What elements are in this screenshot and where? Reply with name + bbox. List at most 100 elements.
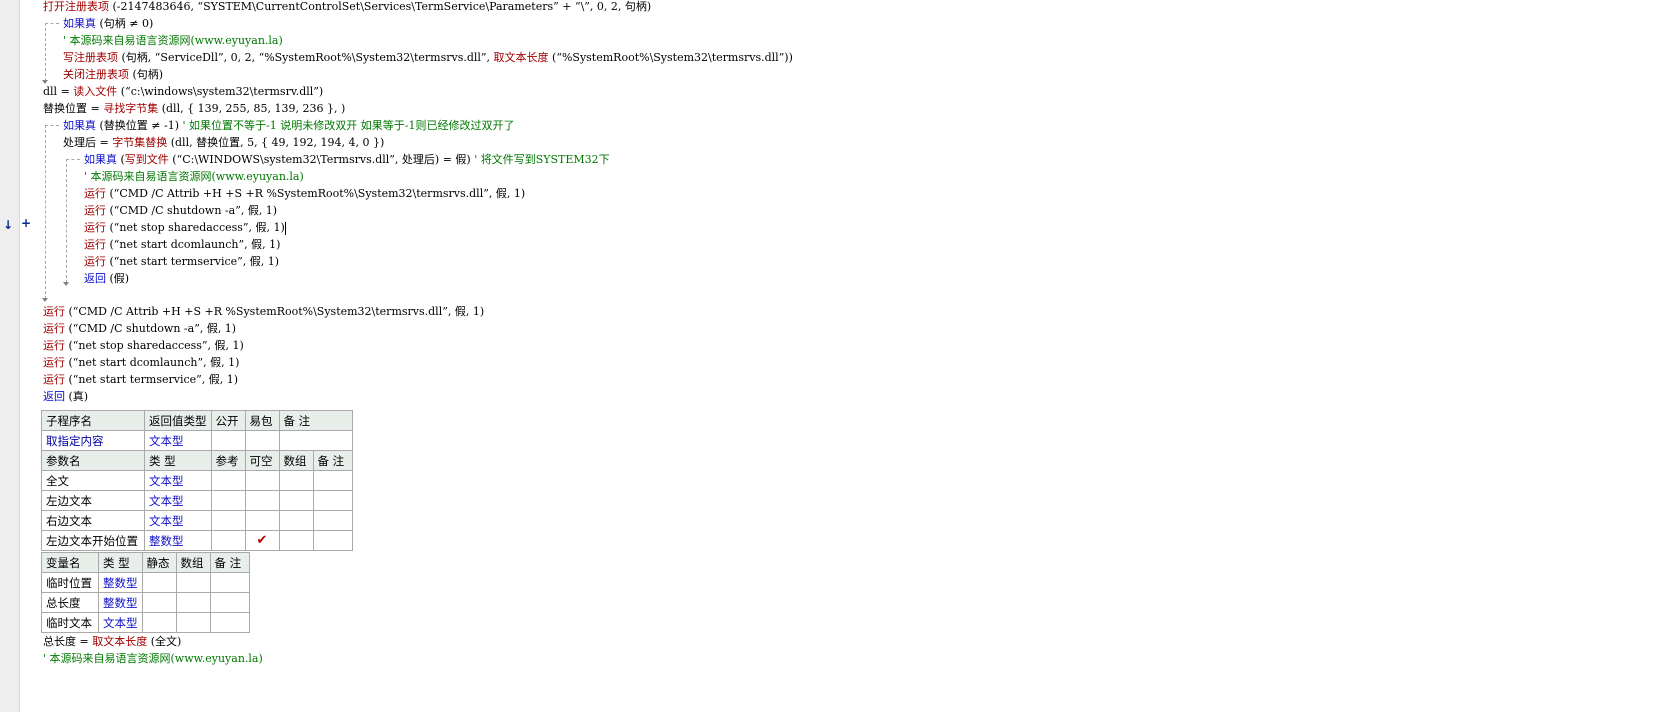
code-line[interactable]: 如果真 (句柄 ≠ 0) [63, 15, 153, 32]
var-type-cell[interactable]: 整数型 [98, 592, 143, 613]
code-line[interactable]: 运行 (“net start dcomlaunch”, 假, 1) [43, 354, 239, 371]
param-note-cell[interactable] [312, 490, 353, 511]
code-line[interactable]: 返回 (真) [43, 388, 88, 405]
var-note-cell[interactable] [209, 592, 250, 613]
variable-table: 变量名 类 型 静态 数组 备 注 临时位置 整数型 总长度 整数型 临时文本 … [41, 552, 250, 633]
subroutine-header-row: 子程序名 返回值类型 公开 易包 备 注 [41, 410, 353, 431]
param-type-cell[interactable]: 文本型 [144, 470, 212, 491]
code-line[interactable]: 运行 (“CMD /C shutdown -a”, 假, 1) [84, 202, 277, 219]
code-line[interactable]: 关闭注册表项 (句柄) [63, 66, 163, 83]
param-nullable-cell[interactable] [244, 510, 280, 531]
var-note-cell[interactable] [209, 612, 250, 633]
variable-row[interactable]: 总长度 整数型 [41, 592, 250, 613]
code-line[interactable]: 运行 (“net start termservice”, 假, 1) [84, 253, 279, 270]
var-type-cell[interactable]: 文本型 [98, 612, 143, 633]
code-line[interactable]: 写注册表项 (句柄, “ServiceDll”, 0, 2, “%SystemR… [63, 49, 793, 66]
header-cell: 可空 [244, 450, 280, 471]
param-ref-cell[interactable] [210, 510, 246, 531]
header-cell: 返回值类型 [144, 410, 212, 431]
param-note-cell[interactable] [312, 530, 353, 551]
code-line[interactable]: 处理后 = 字节集替换 (dll, 替换位置, 5, { 49, 192, 19… [63, 134, 384, 151]
subroutine-row[interactable]: 取指定内容 文本型 [41, 430, 353, 451]
code-line[interactable]: 返回 (假) [84, 270, 129, 287]
code-line-current[interactable]: 运行 (“net stop sharedaccess”, 假, 1) [84, 219, 286, 236]
fold-end-arrow-icon [42, 298, 48, 302]
header-cell: 参数名 [41, 450, 145, 471]
param-name-cell[interactable]: 左边文本开始位置 [41, 530, 145, 551]
code-line[interactable]: 替换位置 = 寻找字节集 (dll, { 139, 255, 85, 139, … [43, 100, 345, 117]
code-line[interactable]: 运行 (“net stop sharedaccess”, 假, 1) [43, 337, 244, 354]
param-row[interactable]: 左边文本 文本型 [41, 490, 353, 511]
public-cell[interactable] [210, 430, 246, 451]
fold-guide [66, 159, 80, 160]
code-line[interactable]: dll = 读入文件 (“c:\windows\system32\termsrv… [43, 83, 323, 100]
code-comment[interactable]: ' 本源码来自易语言资源网(www.eyuyan.la) [84, 168, 304, 185]
param-note-cell[interactable] [312, 510, 353, 531]
code-line[interactable]: 运行 (“CMD /C Attrib +H +S +R %SystemRoot%… [84, 185, 525, 202]
var-type-cell[interactable]: 整数型 [98, 572, 143, 593]
easy-package-cell[interactable] [244, 430, 280, 451]
var-note-cell[interactable] [209, 572, 250, 593]
param-array-cell[interactable] [278, 530, 314, 551]
return-type-cell[interactable]: 文本型 [144, 430, 212, 451]
param-type-cell[interactable]: 文本型 [144, 490, 212, 511]
variable-row[interactable]: 临时位置 整数型 [41, 572, 250, 593]
subroutine-name-cell[interactable]: 取指定内容 [41, 430, 145, 451]
param-ref-cell[interactable] [210, 470, 246, 491]
code-line[interactable]: 运行 (“net start termservice”, 假, 1) [43, 371, 238, 388]
var-name-cell[interactable]: 总长度 [41, 592, 99, 613]
editor-gutter [0, 0, 20, 712]
param-type-cell[interactable]: 文本型 [144, 510, 212, 531]
code-line[interactable]: 总长度 = 取文本长度 (全文) [43, 633, 181, 650]
header-cell: 备 注 [209, 552, 250, 573]
fold-guide [45, 23, 59, 24]
header-cell: 数组 [175, 552, 211, 573]
var-array-cell[interactable] [175, 572, 211, 593]
checkmark-icon[interactable]: ✔ [244, 530, 280, 551]
header-cell: 备 注 [312, 450, 353, 471]
var-static-cell[interactable] [141, 592, 177, 613]
subroutine-table: 子程序名 返回值类型 公开 易包 备 注 取指定内容 文本型 参数名 类 型 参… [41, 410, 353, 551]
header-cell: 变量名 [41, 552, 99, 573]
param-row[interactable]: 右边文本 文本型 [41, 510, 353, 531]
param-array-cell[interactable] [278, 490, 314, 511]
header-cell: 类 型 [144, 450, 212, 471]
param-row[interactable]: 左边文本开始位置 整数型 ✔ [41, 530, 353, 551]
code-comment[interactable]: ' 本源码来自易语言资源网(www.eyuyan.la) [43, 650, 263, 667]
header-cell: 参考 [210, 450, 246, 471]
param-name-cell[interactable]: 右边文本 [41, 510, 145, 531]
note-cell[interactable] [278, 430, 353, 451]
param-ref-cell[interactable] [210, 530, 246, 551]
fold-guide [45, 125, 46, 299]
param-type-cell[interactable]: 整数型 [144, 530, 212, 551]
param-nullable-cell[interactable] [244, 470, 280, 491]
param-ref-cell[interactable] [210, 490, 246, 511]
expand-plus-icon[interactable]: + [21, 216, 31, 230]
code-line[interactable]: 运行 (“net start dcomlaunch”, 假, 1) [84, 236, 280, 253]
var-name-cell[interactable]: 临时文本 [41, 612, 99, 633]
param-array-cell[interactable] [278, 510, 314, 531]
code-line[interactable]: 如果真 (替换位置 ≠ -1) ' 如果位置不等于-1 说明未修改双开 如果等于… [63, 117, 514, 134]
code-line[interactable]: 如果真 (写到文件 (“C:\WINDOWS\system32\Termsrvs… [84, 151, 610, 168]
code-line[interactable]: 运行 (“CMD /C shutdown -a”, 假, 1) [43, 320, 236, 337]
param-row[interactable]: 全文 文本型 [41, 470, 353, 491]
code-comment[interactable]: ' 本源码来自易语言资源网(www.eyuyan.la) [63, 32, 283, 49]
breakpoint-arrow-icon[interactable]: ↓ [3, 218, 13, 232]
header-cell: 静态 [141, 552, 177, 573]
fold-end-arrow-icon [63, 282, 69, 286]
param-note-cell[interactable] [312, 470, 353, 491]
var-array-cell[interactable] [175, 612, 211, 633]
code-line[interactable]: 打开注册表项 (-2147483646, “SYSTEM\CurrentCont… [43, 0, 651, 15]
param-array-cell[interactable] [278, 470, 314, 491]
param-name-cell[interactable]: 左边文本 [41, 490, 145, 511]
variable-header-row: 变量名 类 型 静态 数组 备 注 [41, 552, 250, 573]
var-static-cell[interactable] [141, 572, 177, 593]
param-nullable-cell[interactable] [244, 490, 280, 511]
variable-row[interactable]: 临时文本 文本型 [41, 612, 250, 633]
header-cell: 公开 [210, 410, 246, 431]
var-array-cell[interactable] [175, 592, 211, 613]
var-name-cell[interactable]: 临时位置 [41, 572, 99, 593]
param-name-cell[interactable]: 全文 [41, 470, 145, 491]
code-line[interactable]: 运行 (“CMD /C Attrib +H +S +R %SystemRoot%… [43, 303, 484, 320]
var-static-cell[interactable] [141, 612, 177, 633]
